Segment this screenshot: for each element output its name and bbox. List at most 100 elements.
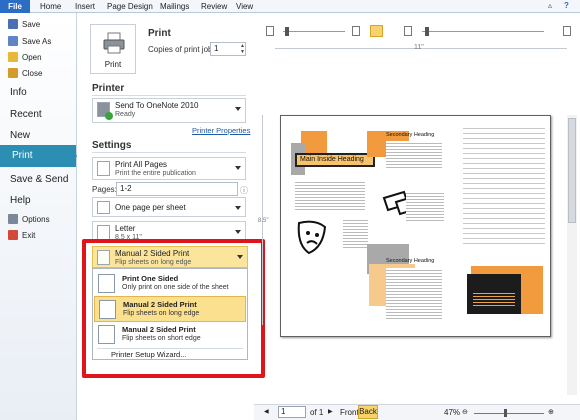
printer-divider [92,95,246,96]
print-button[interactable]: Print [90,24,136,74]
print-preview-page: Main Inside Heading Secondary Heading Se… [280,115,551,337]
copies-spinner-icon[interactable]: ▲ ▼ [240,43,245,55]
one-page-icon [97,201,110,214]
tab-mailings[interactable]: Mailings [160,0,189,13]
chevron-down-icon [235,230,241,234]
chevron-down-icon [235,206,241,210]
single-page-icon[interactable] [266,26,274,36]
nav-options[interactable]: Options [8,213,50,227]
contact-text-block [473,291,515,307]
printer-select[interactable]: Send To OneNote 2010 Ready [92,98,246,123]
page-number-input[interactable]: 1 [278,406,306,418]
pages-input[interactable]: 1-2 [116,182,238,196]
settings-heading: Settings [92,140,132,151]
theater-masks-icon [297,220,327,255]
highlight-box [82,239,265,378]
main-heading: Main Inside Heading [300,156,364,163]
tab-home[interactable]: Home [40,0,61,13]
help-icon[interactable]: ? [564,1,569,10]
printer-properties-link[interactable]: Printer Properties [192,126,250,135]
nav-help[interactable]: Help [10,191,31,211]
zoom-in-icon[interactable]: ⊕ [548,408,554,416]
close-folder-icon [8,68,18,78]
save-icon [8,19,18,29]
secondary-heading-2: Secondary Heading [386,258,435,264]
form-block [463,124,545,246]
zoom-level: 47% [444,408,461,417]
zoom-slider-thumb[interactable] [425,27,429,36]
layout-select[interactable]: One page per sheet [92,197,246,217]
nav-close[interactable]: Close [8,67,42,81]
ribbon-tab-bar: File Home Insert Page Design Mailings Re… [0,0,580,13]
nav-exit[interactable]: Exit [8,229,35,243]
secondary-heading-1: Secondary Heading [386,132,435,138]
body-text-block [386,268,442,320]
pages-label: Pages: [92,185,117,194]
page-spread-icon[interactable] [370,25,383,37]
info-icon: ⓘ [240,186,248,195]
nav-save-as[interactable]: Save As [8,35,51,49]
multi-page-icon[interactable] [404,26,412,36]
ready-check-icon [105,112,113,120]
zoom-slider-track[interactable] [422,31,544,32]
body-text-block [406,191,444,221]
exit-icon [8,230,18,240]
nav-selected-arrow [70,145,77,167]
nav-new[interactable]: New [10,126,30,146]
nav-save-as-label: Save As [22,37,52,46]
settings-divider [92,152,246,153]
pages-icon [97,161,110,176]
printer-status: Ready [115,111,136,118]
nav-options-label: Options [22,215,50,224]
nav-save-label: Save [22,20,41,29]
tab-page-design[interactable]: Page Design [107,0,153,13]
zoom-thumb[interactable] [504,409,507,417]
options-icon [8,214,18,224]
printer-name: Send To OneNote 2010 [115,101,199,110]
printer-icon [103,32,125,54]
zoom-track[interactable] [474,413,544,414]
print-range-title: Print All Pages [115,160,168,169]
tab-file[interactable]: File [0,0,30,13]
open-folder-icon [8,52,18,62]
print-button-label: Print [104,60,122,69]
front-button[interactable]: Front [340,408,359,417]
back-button[interactable]: Back [358,405,378,419]
layout-title: One page per sheet [115,203,186,212]
page-slider-track[interactable] [283,31,345,32]
nav-save-send[interactable]: Save & Send [10,170,68,190]
page-slider-thumb[interactable] [285,27,289,36]
print-range-desc: Print the entire publication [115,170,196,177]
copies-label: Copies of print job: [148,45,215,54]
ruler-height-label: 8.5" [258,218,269,224]
body-text-block [295,180,365,212]
print-heading: Print [148,28,171,39]
chevron-down-icon [235,107,241,111]
nav-info[interactable]: Info [10,83,27,103]
nav-recent[interactable]: Recent [10,105,42,125]
next-page-icon[interactable]: ▶ [328,408,333,415]
print-range-select[interactable]: Print All Pages Print the entire publica… [92,157,246,180]
tab-review[interactable]: Review [201,0,227,13]
paper-title: Letter [115,224,136,233]
save-as-icon [8,36,18,46]
scrollbar-thumb[interactable] [568,118,576,223]
printer-heading: Printer [92,83,125,94]
body-text-block [386,141,442,169]
paper-icon [97,225,110,240]
two-page-icon[interactable] [352,26,360,36]
nav-exit-label: Exit [22,231,36,240]
zoom-out-icon[interactable]: ⊖ [462,408,468,416]
nav-save[interactable]: Save [8,18,40,32]
tab-insert[interactable]: Insert [75,0,95,13]
ruler-width-label: 11" [414,44,424,51]
minimize-ribbon-icon[interactable]: ▵ [548,1,552,10]
fit-page-icon[interactable] [563,26,571,36]
nav-open[interactable]: Open [8,51,42,65]
body-text-block [343,218,368,250]
nav-close-label: Close [22,69,43,78]
nav-print[interactable]: Print [0,145,76,167]
nav-open-label: Open [22,53,42,62]
tab-view[interactable]: View [236,0,253,13]
prev-page-icon[interactable]: ◀ [264,408,269,415]
